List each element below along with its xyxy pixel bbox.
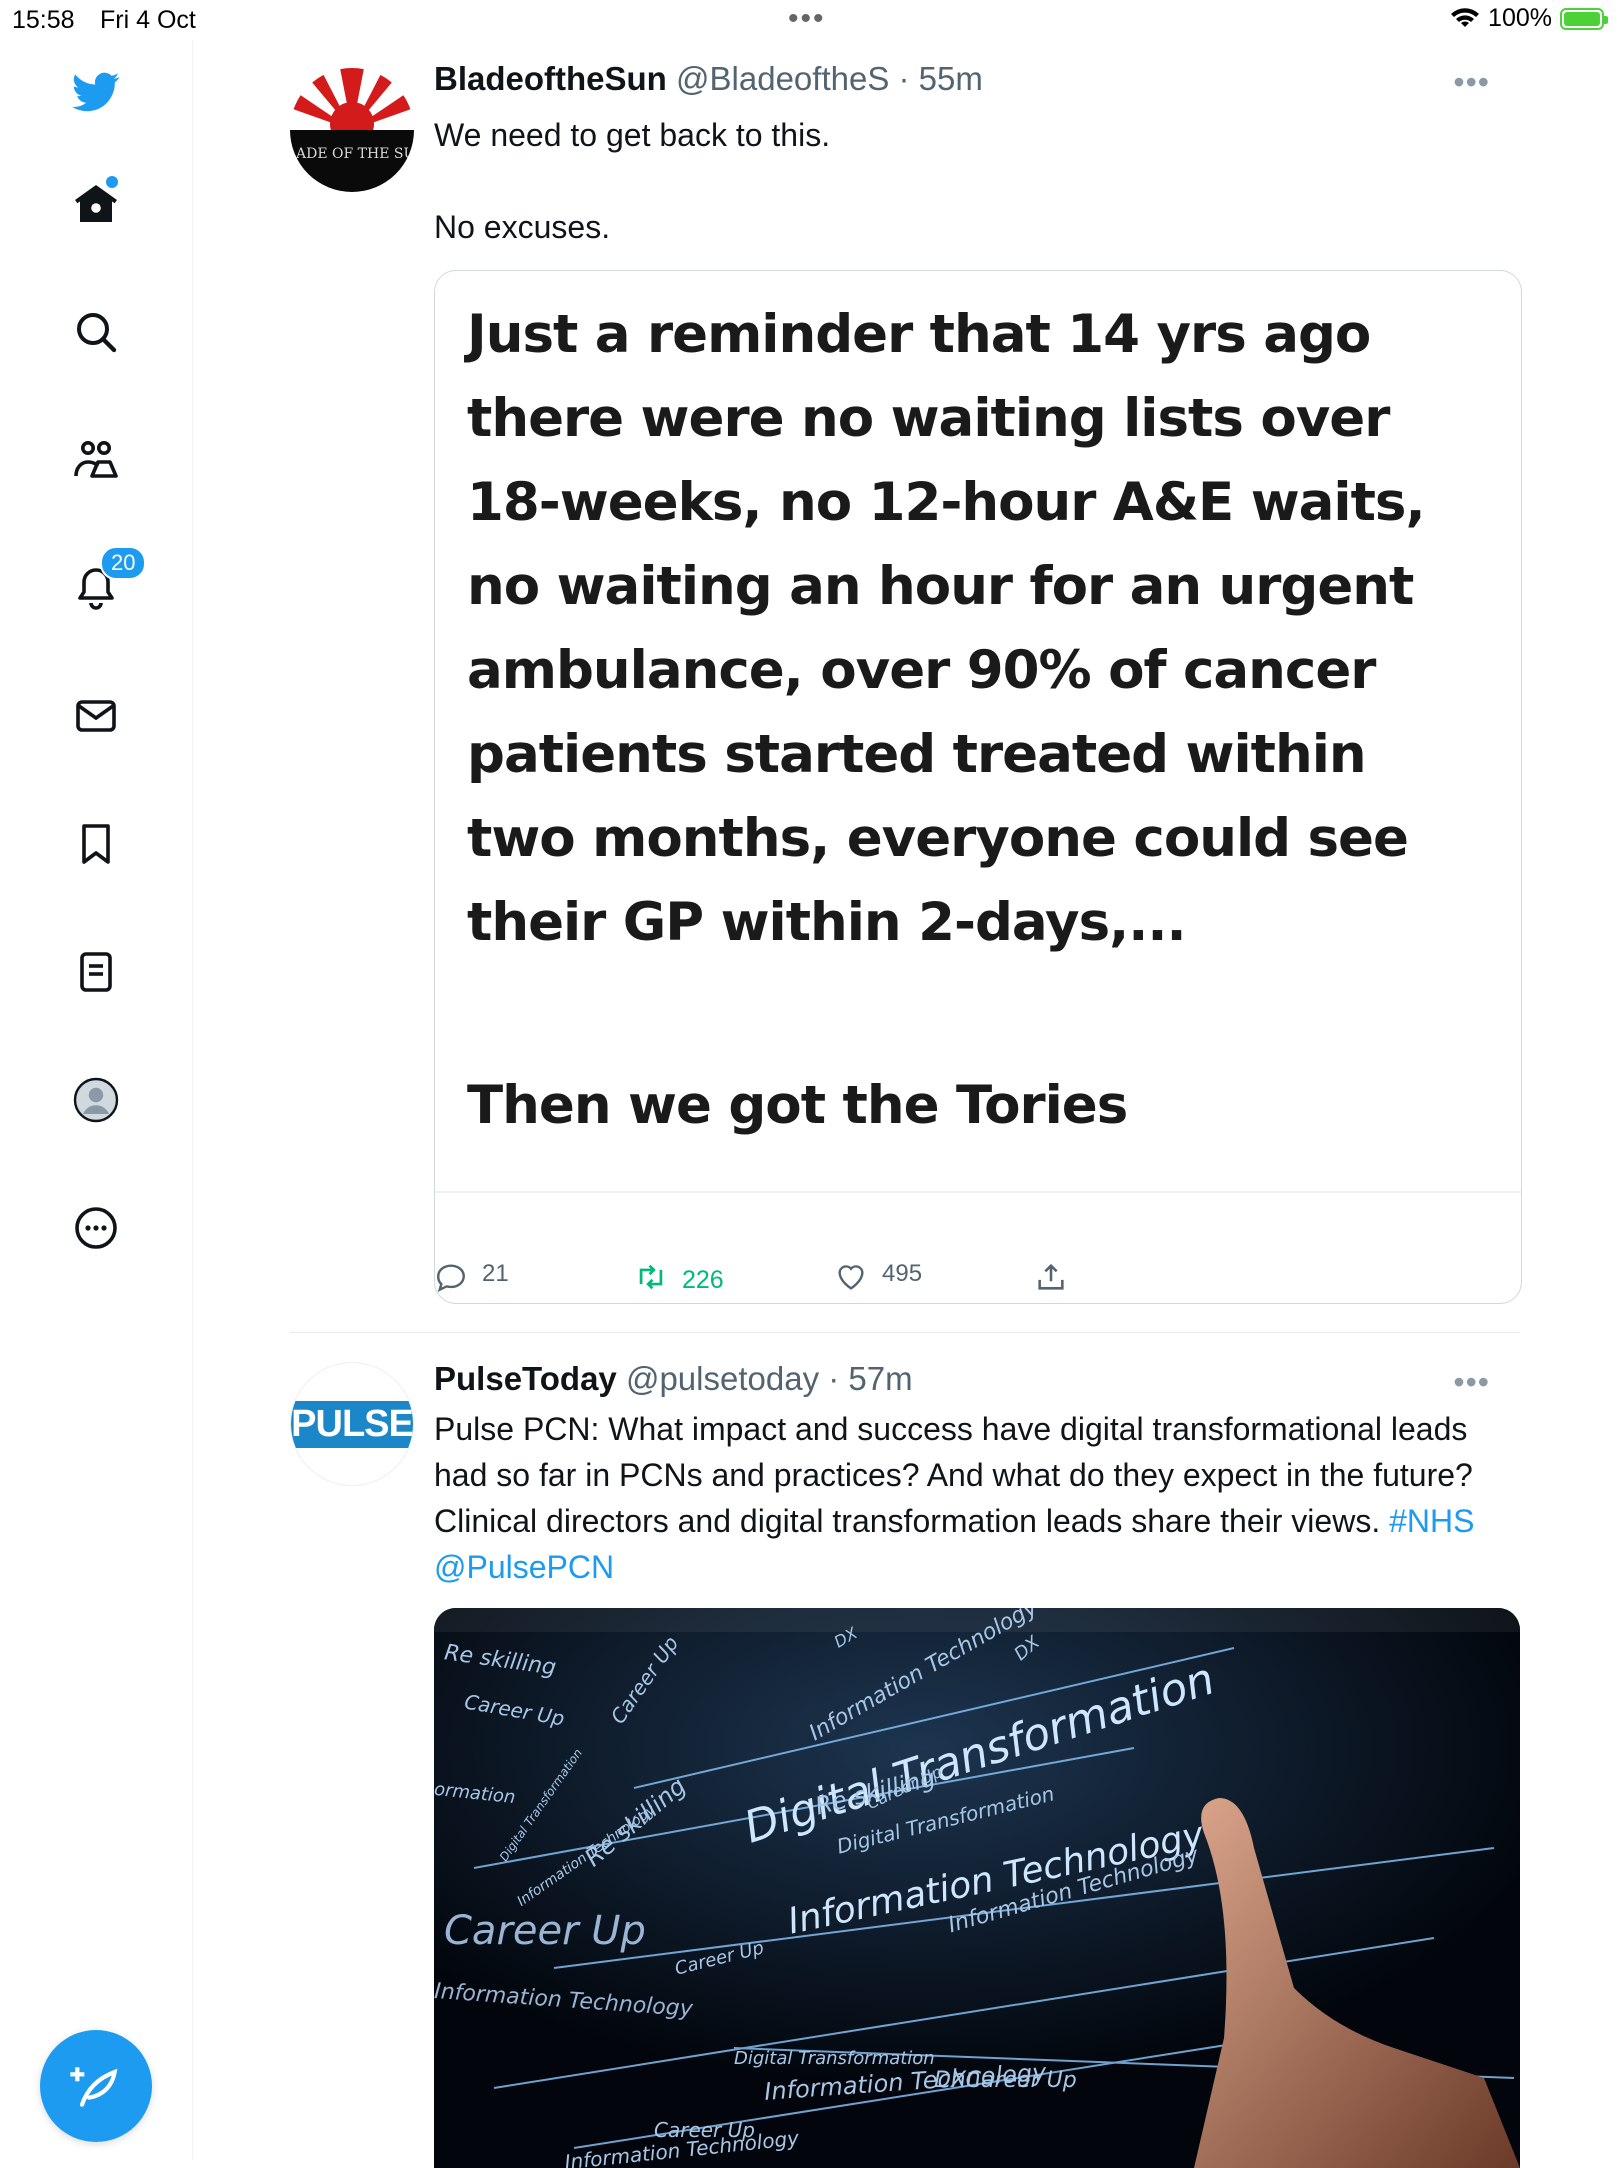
- profile-avatar-icon: [73, 1077, 119, 1123]
- twitter-logo-icon[interactable]: [64, 60, 128, 124]
- home-unread-dot: [106, 176, 118, 188]
- status-bar: 15:58 Fri 4 Oct ••• 100%: [0, 0, 1620, 40]
- like-count: 495: [882, 1260, 923, 1287]
- compose-feather-icon: [70, 2067, 118, 2107]
- tweet-body: Pulse PCN: What impact and success have …: [434, 1411, 1473, 1539]
- image-word: Digital Transformation: [734, 2048, 935, 2069]
- share-icon: [1038, 1263, 1064, 1290]
- battery-percent: 100%: [1488, 4, 1552, 32]
- card-image-text: Just a reminder that 14 yrs ago there we…: [467, 304, 1426, 953]
- share-button[interactable]: [1034, 1260, 1068, 1294]
- battery-icon: [1560, 7, 1608, 30]
- hashtag-link[interactable]: #NHS: [1389, 1503, 1474, 1539]
- sidebar: 20: [0, 40, 193, 2160]
- separator-dot: ·: [889, 60, 919, 97]
- nav-communities[interactable]: [64, 428, 128, 492]
- nav-explore[interactable]: [64, 300, 128, 364]
- display-name[interactable]: PulseToday: [434, 1360, 617, 1397]
- status-time: 15:58: [12, 6, 75, 34]
- reply-icon: [437, 1264, 465, 1293]
- nav-more[interactable]: [64, 1196, 128, 1260]
- nav-notifications[interactable]: 20: [64, 546, 147, 620]
- wifi-icon: [1451, 7, 1480, 27]
- tweet-text: Pulse PCN: What impact and success have …: [434, 1406, 1514, 1590]
- mail-icon: [76, 700, 116, 732]
- more-options-icon[interactable]: •••: [1453, 64, 1490, 101]
- avatar[interactable]: BLADE OF THE SUN: [290, 68, 414, 192]
- nav-home[interactable]: [64, 172, 128, 236]
- nav-messages[interactable]: [64, 684, 128, 748]
- nav-bookmarks[interactable]: [64, 812, 128, 876]
- reply-button[interactable]: 21: [434, 1260, 509, 1294]
- retweet-button[interactable]: 226: [634, 1260, 724, 1295]
- status-right: 100%: [1450, 4, 1608, 33]
- tweet-image[interactable]: Digital Transformation Information Techn…: [434, 1608, 1520, 2168]
- image-word: DXCareer Up: [934, 2068, 1077, 2093]
- avatar[interactable]: PULSE: [290, 1362, 414, 1486]
- retweet-count: 226: [682, 1266, 724, 1294]
- multitasking-dots-icon[interactable]: •••: [788, 2, 826, 36]
- tweet-header: BladeoftheSun @BladeoftheS · 55m: [434, 60, 983, 98]
- tweet[interactable]: PULSE PulseToday @pulsetoday · 57m ••• P…: [290, 1360, 1520, 2168]
- tweet-header: PulseToday @pulsetoday · 57m: [434, 1360, 913, 1398]
- mention-link[interactable]: @PulsePCN: [434, 1549, 614, 1585]
- avatar-text: BLADE OF THE SUN: [290, 146, 414, 162]
- image-word: Career Up: [444, 1908, 646, 1954]
- pulse-logo: PULSE: [291, 1400, 413, 1448]
- tweet-divider: [290, 1332, 1520, 1333]
- status-date: Fri 4 Oct: [100, 6, 196, 34]
- lists-icon: [80, 952, 112, 992]
- handle[interactable]: @BladeoftheS: [676, 60, 889, 97]
- display-name[interactable]: BladeoftheSun: [434, 60, 667, 97]
- tweet[interactable]: BLADE OF THE SUN BladeoftheSun @Bladeoft…: [290, 60, 1522, 1320]
- timestamp[interactable]: 55m: [919, 60, 983, 97]
- retweet-icon: [639, 1264, 663, 1290]
- search-icon: [77, 313, 117, 353]
- heart-icon: [838, 1265, 864, 1290]
- communities-icon: [74, 441, 118, 478]
- bookmark-icon: [82, 824, 110, 864]
- quoted-image-card[interactable]: Just a reminder that 14 yrs ago there we…: [434, 270, 1522, 1304]
- separator-dot: ·: [819, 1360, 849, 1397]
- more-circle-icon: [75, 1207, 117, 1249]
- nav-profile[interactable]: [64, 1068, 128, 1132]
- tweet-text: We need to get back to this. No excuses.: [434, 117, 831, 245]
- compose-tweet-button[interactable]: [40, 2030, 152, 2142]
- more-options-icon[interactable]: •••: [1453, 1364, 1490, 1401]
- handle[interactable]: @pulsetoday: [626, 1360, 819, 1397]
- notifications-badge: 20: [100, 546, 147, 580]
- nav-lists[interactable]: [64, 940, 128, 1004]
- timestamp[interactable]: 57m: [848, 1360, 912, 1397]
- card-divider: [435, 1191, 1521, 1193]
- reply-count: 21: [482, 1260, 509, 1287]
- card-image-text-2: Then we got the Tories: [467, 1075, 1128, 1136]
- like-button[interactable]: 495: [834, 1260, 922, 1294]
